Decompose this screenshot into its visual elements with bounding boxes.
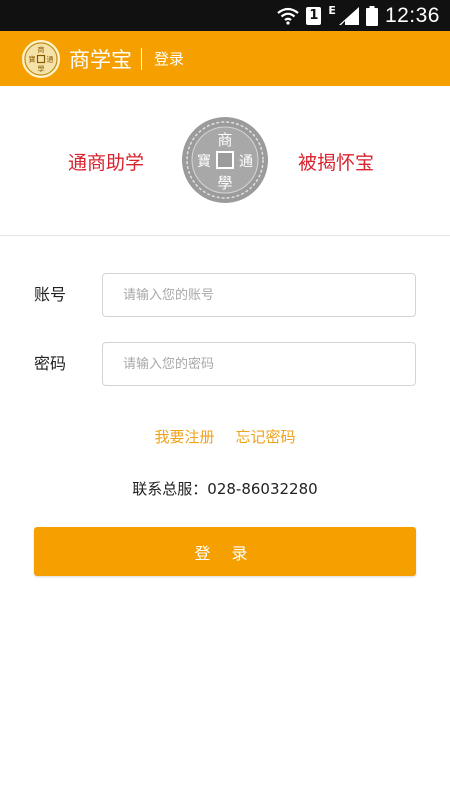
logo-char: 學 <box>38 64 45 73</box>
seal-char: 寶 <box>197 154 211 170</box>
slogan-left: 通商助学 <box>68 152 145 174</box>
seal-char: 通 <box>239 154 253 170</box>
account-row: 账号 <box>0 273 450 317</box>
logo-char: 商 <box>38 45 45 54</box>
app-bar: 商 寶 通 學 商学宝 登录 <box>0 31 450 86</box>
seal-char: 商 <box>217 131 232 149</box>
app-logo: 商 寶 通 學 <box>22 39 60 78</box>
password-input[interactable] <box>102 342 416 386</box>
sim-icon: 1 <box>306 6 322 25</box>
forgot-password-link[interactable]: 忘记密码 <box>236 428 296 446</box>
status-bar: 1 E 12:36 <box>0 0 450 31</box>
logo-char: 通 <box>47 54 54 63</box>
slogan-right: 被揭怀宝 <box>298 152 375 174</box>
signal-icon <box>338 6 359 25</box>
coin-seal-icon: 商 寶 通 學 <box>182 117 268 203</box>
battery-icon <box>365 5 378 26</box>
password-row: 密码 <box>0 342 450 386</box>
account-input[interactable] <box>102 273 416 317</box>
page-title: 登录 <box>154 50 185 68</box>
logo-char: 寶 <box>29 54 36 63</box>
clock: 12:36 <box>384 3 440 27</box>
app-name: 商学宝 <box>69 47 132 72</box>
banner: 通商助学 商 寶 通 學 被揭怀宝 <box>0 86 450 236</box>
wifi-icon <box>277 7 300 25</box>
auth-links: 我要注册 忘记密码 <box>0 426 450 447</box>
seal-char: 學 <box>217 174 232 192</box>
register-link[interactable]: 我要注册 <box>154 428 214 446</box>
password-label: 密码 <box>34 354 67 373</box>
contact-info: 联系总服：028-86032280 <box>132 480 318 498</box>
network-type: E <box>328 4 336 17</box>
account-label: 账号 <box>34 285 67 304</box>
app-bar-divider <box>141 47 142 70</box>
login-button[interactable]: 登 录 <box>34 527 416 576</box>
